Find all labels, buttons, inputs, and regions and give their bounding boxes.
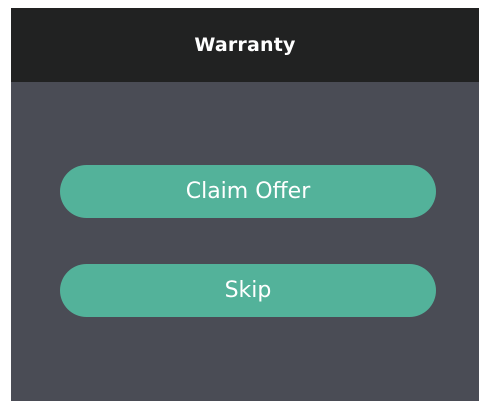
warranty-dialog: Warranty Claim Offer Skip (11, 8, 479, 401)
dialog-title: Warranty (194, 34, 296, 56)
dialog-header: Warranty (11, 8, 479, 82)
skip-button[interactable]: Skip (60, 264, 436, 317)
claim-offer-button[interactable]: Claim Offer (60, 165, 436, 218)
